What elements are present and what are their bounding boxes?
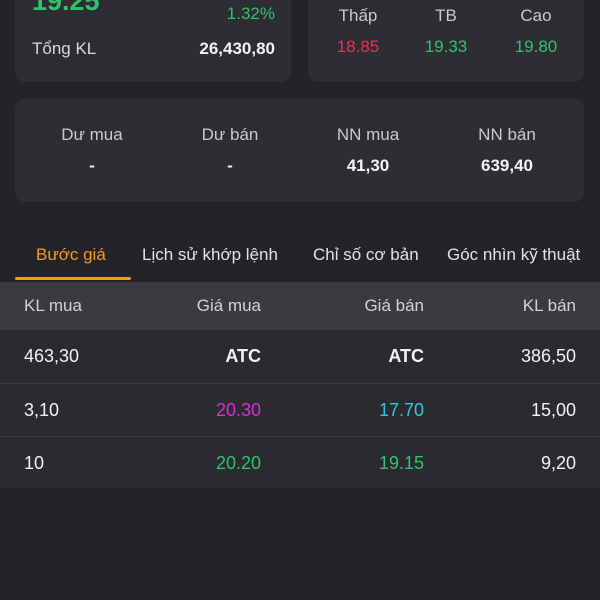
order-book-header: KL mua Giá mua Giá bán KL bán xyxy=(0,282,600,330)
ask-price-cell: ATC xyxy=(388,346,424,366)
residual-sell-value: - xyxy=(227,156,233,175)
tab-price-steps[interactable]: Bước giá xyxy=(36,244,106,266)
high-price-label: Cao xyxy=(520,6,552,25)
bid-price-cell: ATC xyxy=(225,346,261,366)
active-tab-indicator xyxy=(15,277,131,280)
foreign-buy-label: NN mua xyxy=(336,125,400,144)
header-ask-volume: KL bán xyxy=(522,296,576,315)
current-price: 19.25 xyxy=(32,0,100,16)
foreign-sell-value: 639,40 xyxy=(481,156,533,175)
residual-sell-label: Dư bán xyxy=(201,125,259,144)
total-volume-label: Tổng KL xyxy=(32,39,97,58)
order-book: 463,30 ATC ATC 386,50 3,10 20.30 17.70 1… xyxy=(0,330,600,488)
tab-technical-view[interactable]: Góc nhìn kỹ thuật xyxy=(447,244,580,266)
bid-volume-cell: 10 xyxy=(24,453,45,473)
foreign-sell-stat: NN bán 639,40 xyxy=(437,125,577,176)
table-row[interactable]: 10 20.20 19.15 9,20 xyxy=(0,436,600,489)
avg-price-stat: TB 19.33 xyxy=(401,6,491,57)
ask-volume-cell: 15,00 xyxy=(530,400,576,420)
high-price-value: 19.80 xyxy=(514,37,558,56)
ask-price-cell: 17.70 xyxy=(378,400,424,420)
residual-buy-value: - xyxy=(89,156,95,175)
ask-volume-cell: 386,50 xyxy=(520,346,576,366)
high-price-stat: Cao 19.80 xyxy=(491,6,581,57)
residual-buy-stat: Dư mua - xyxy=(22,125,162,176)
low-price-value: 18.85 xyxy=(336,37,380,56)
tab-match-history[interactable]: Lịch sử khớp lệnh xyxy=(142,244,278,266)
price-change-percent: 1.32% xyxy=(226,4,275,23)
low-price-label: Thấp xyxy=(338,6,378,25)
header-ask-price: Giá bán xyxy=(364,296,424,315)
table-row[interactable]: 3,10 20.30 17.70 15,00 xyxy=(0,383,600,436)
foreign-sell-label: NN bán xyxy=(478,125,536,144)
bid-volume-cell: 3,10 xyxy=(24,400,60,420)
bid-price-cell: 20.20 xyxy=(215,453,261,473)
tab-fundamentals[interactable]: Chỉ số cơ bản xyxy=(313,244,419,266)
foreign-buy-stat: NN mua 41,30 xyxy=(298,125,438,176)
ask-price-cell: 19.15 xyxy=(378,453,424,473)
bid-price-cell: 20.30 xyxy=(215,400,261,420)
detail-tabs: Bước giá Lịch sử khớp lệnh Chỉ số cơ bản… xyxy=(0,238,600,280)
residual-sell-stat: Dư bán - xyxy=(160,125,300,176)
total-volume-value: 26,430,80 xyxy=(199,39,275,58)
bid-volume-cell: 463,30 xyxy=(24,346,80,366)
avg-price-label: TB xyxy=(435,6,457,25)
low-price-stat: Thấp 18.85 xyxy=(313,6,403,57)
foreign-buy-value: 41,30 xyxy=(346,156,390,175)
residual-buy-label: Dư mua xyxy=(61,125,123,144)
table-row[interactable]: 463,30 ATC ATC 386,50 xyxy=(0,330,600,383)
avg-price-value: 19.33 xyxy=(424,37,468,56)
header-bid-volume: KL mua xyxy=(24,296,82,315)
header-bid-price: Giá mua xyxy=(196,296,261,315)
ask-volume-cell: 9,20 xyxy=(540,453,576,473)
